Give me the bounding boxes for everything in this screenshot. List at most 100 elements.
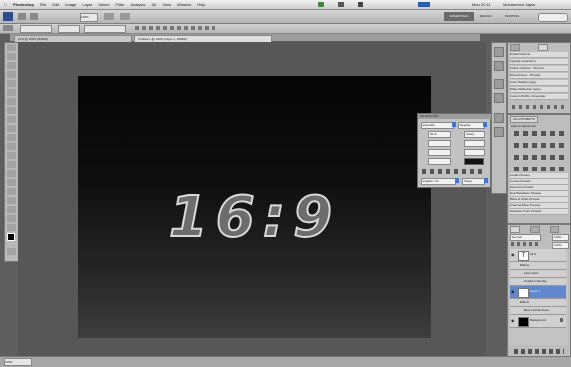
bluetooth-icon[interactable] [358,2,363,7]
option-field[interactable] [20,25,52,33]
text-color-swatch[interactable] [464,158,484,165]
menu-file[interactable]: File [40,2,46,7]
dropdown-arrow-icon[interactable] [452,122,456,127]
brush-panel-icon[interactable] [494,79,504,89]
quick-select-tool-icon[interactable] [7,71,16,78]
marquee-tool-icon[interactable] [7,53,16,60]
layer-effect-item[interactable]: Gradient Overlay [510,278,566,286]
shape-tool-icon[interactable] [7,197,16,204]
language-field[interactable]: English: UK [421,178,456,185]
dropdown-arrow-icon[interactable] [455,178,459,183]
actions-panel-icon[interactable] [494,61,504,71]
eyedropper-tool-icon[interactable] [7,89,16,96]
clock[interactable]: Mon 20:11 [472,2,491,7]
menu-filter[interactable]: Filter [116,2,125,7]
tracking-field[interactable] [464,140,485,147]
zoom-level[interactable]: 100% [80,13,98,22]
blur-tool-icon[interactable] [7,152,16,159]
status-zoom-field[interactable]: 100% [4,358,32,366]
workspace-essentials[interactable]: ESSENTIALS [444,12,474,21]
battery-icon[interactable] [418,2,430,7]
eye-icon[interactable]: ◉ [511,252,516,257]
font-size-field[interactable]: 60 pt [428,131,451,138]
eye-icon[interactable]: ◉ [511,289,516,294]
layer-footer-icons[interactable] [514,349,564,354]
menu-3d[interactable]: 3D [151,2,156,7]
option-field[interactable] [58,25,80,33]
layer-effects[interactable]: Effects [510,299,566,307]
opacity-field[interactable]: 100% [552,234,569,241]
fill-field[interactable]: 100% [552,242,569,249]
tab-adjustments[interactable]: ADJUSTMENTS [510,116,539,123]
align-icons[interactable] [135,26,215,30]
tab-paths[interactable] [550,226,559,233]
paragraph-panel-icon[interactable] [494,127,504,137]
hand-tool-icon[interactable] [7,215,16,222]
character-panel-icon[interactable] [494,113,504,123]
vertical-scale-field[interactable] [428,149,451,156]
quick-mask-icon[interactable] [7,248,16,255]
type-tool-icon[interactable] [7,179,16,186]
layer-effects[interactable]: Effects [510,262,566,270]
action-item[interactable]: Custom RGB to Grayscale [510,94,568,100]
preset-item[interactable]: Selective Color Presets [510,209,568,215]
wifi-icon[interactable] [318,2,324,7]
pen-tool-icon[interactable] [7,170,16,177]
apple-icon[interactable]:  [4,2,7,7]
user-name[interactable]: Mohammed Jajaa [503,2,535,7]
menu-select[interactable]: Select [98,2,109,7]
adjustment-icons[interactable] [514,131,564,171]
tool-preset-icon[interactable] [3,25,13,31]
blend-mode-select[interactable]: Normal [510,234,541,241]
action-item[interactable]: Wood Frame - 50 pixel [510,73,568,79]
clone-stamp-tool-icon[interactable] [7,116,16,123]
menu-view[interactable]: View [162,2,171,7]
faux-style-buttons[interactable] [422,169,484,174]
menu-window[interactable]: Window [177,2,191,7]
tab-swatches[interactable] [510,44,521,51]
dropdown-arrow-icon[interactable] [484,178,488,183]
menu-help[interactable]: Help [197,2,205,7]
font-family-field[interactable]: Eurostile [421,122,454,129]
volume-icon[interactable] [338,2,344,7]
search-field[interactable] [538,13,568,22]
antialias-field[interactable]: Sharp [462,178,485,185]
history-panel-icon[interactable] [494,47,504,57]
crop-tool-icon[interactable] [7,80,16,87]
layer-text[interactable]: ◉ T 16:9 [510,249,566,262]
path-select-tool-icon[interactable] [7,188,16,195]
action-item[interactable]: Water Reflection (type) [510,87,568,93]
lasso-tool-icon[interactable] [7,62,16,69]
layer-effect-item[interactable]: Bevel and Emboss [510,307,566,315]
mini-bridge-icon[interactable] [30,13,38,20]
screen-mode-icon[interactable] [120,13,130,20]
arrange-docs-icon[interactable] [104,13,114,20]
foreground-color-swatch[interactable] [7,233,15,241]
menu-analysis[interactable]: Analysis [130,2,145,7]
menu-photoshop[interactable]: Photoshop [13,2,34,7]
dropdown-arrow-icon[interactable] [483,122,487,127]
layer-background[interactable]: ◉ Background [510,315,566,328]
layer-effect-item[interactable]: Inner Glow [510,270,566,278]
tab-channels[interactable] [530,226,541,233]
canvas-text-16-9[interactable]: 16:9 [78,187,431,249]
dodge-tool-icon[interactable] [7,161,16,168]
eraser-tool-icon[interactable] [7,134,16,141]
move-tool-icon[interactable] [7,44,16,51]
layer-1[interactable]: ◉ Layer 1 [510,286,566,299]
leading-field[interactable]: (Auto) [464,131,485,138]
menu-image[interactable]: Image [65,2,76,7]
action-item[interactable]: Frame Channel - 50 pixel [510,66,568,72]
bridge-icon[interactable] [18,13,26,20]
lock-icons[interactable] [511,242,541,246]
workspace-design[interactable]: DESIGN [480,14,492,18]
brush-tool-icon[interactable] [7,107,16,114]
action-set[interactable]: Default Actions [510,52,568,58]
healing-tool-icon[interactable] [7,98,16,105]
font-style-field[interactable]: Regular [458,122,485,129]
option-field[interactable] [84,25,126,33]
action-controls[interactable] [512,105,566,109]
action-item[interactable]: Cast Shadow (type) [510,80,568,86]
kerning-field[interactable] [428,140,451,147]
document-canvas[interactable]: 16:9 [78,76,431,338]
